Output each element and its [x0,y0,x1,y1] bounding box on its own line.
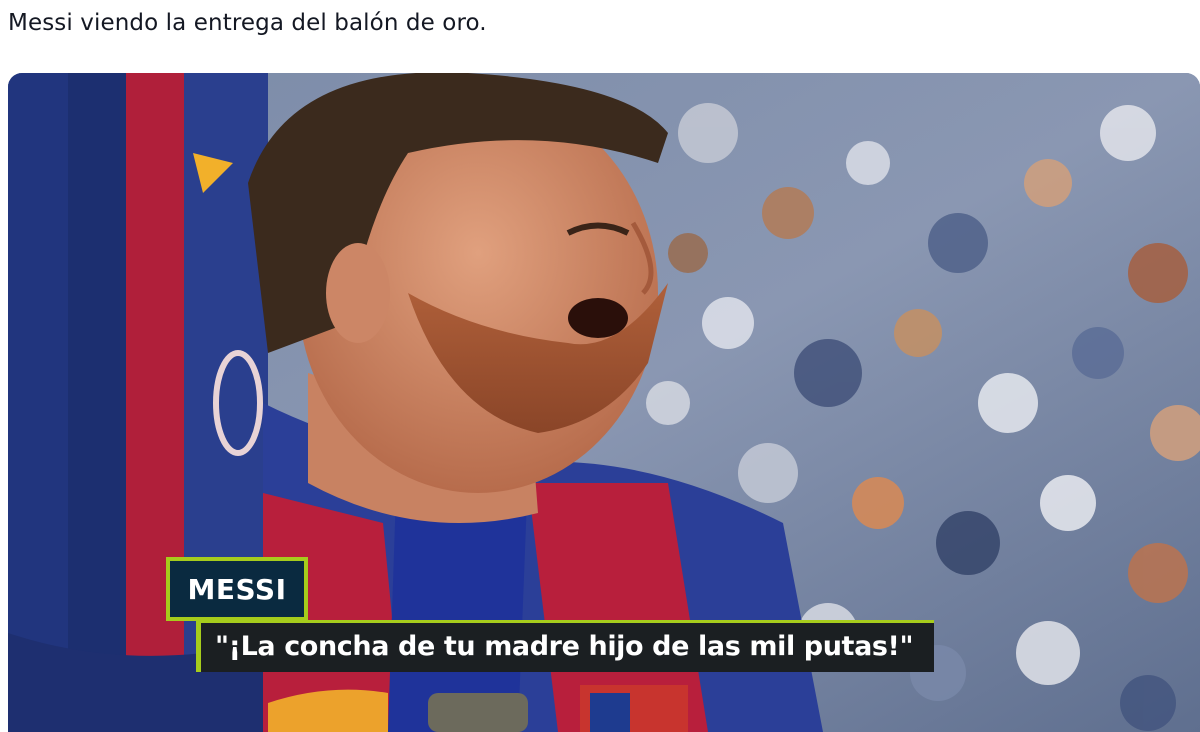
caption-name: MESSI [166,557,308,621]
post-text: Messi viendo la entrega del balón de oro… [8,10,487,36]
post-photo[interactable]: MESSI "¡La concha de tu madre hijo de la… [8,73,1200,732]
caption-quote: "¡La concha de tu madre hijo de las mil … [196,620,934,672]
